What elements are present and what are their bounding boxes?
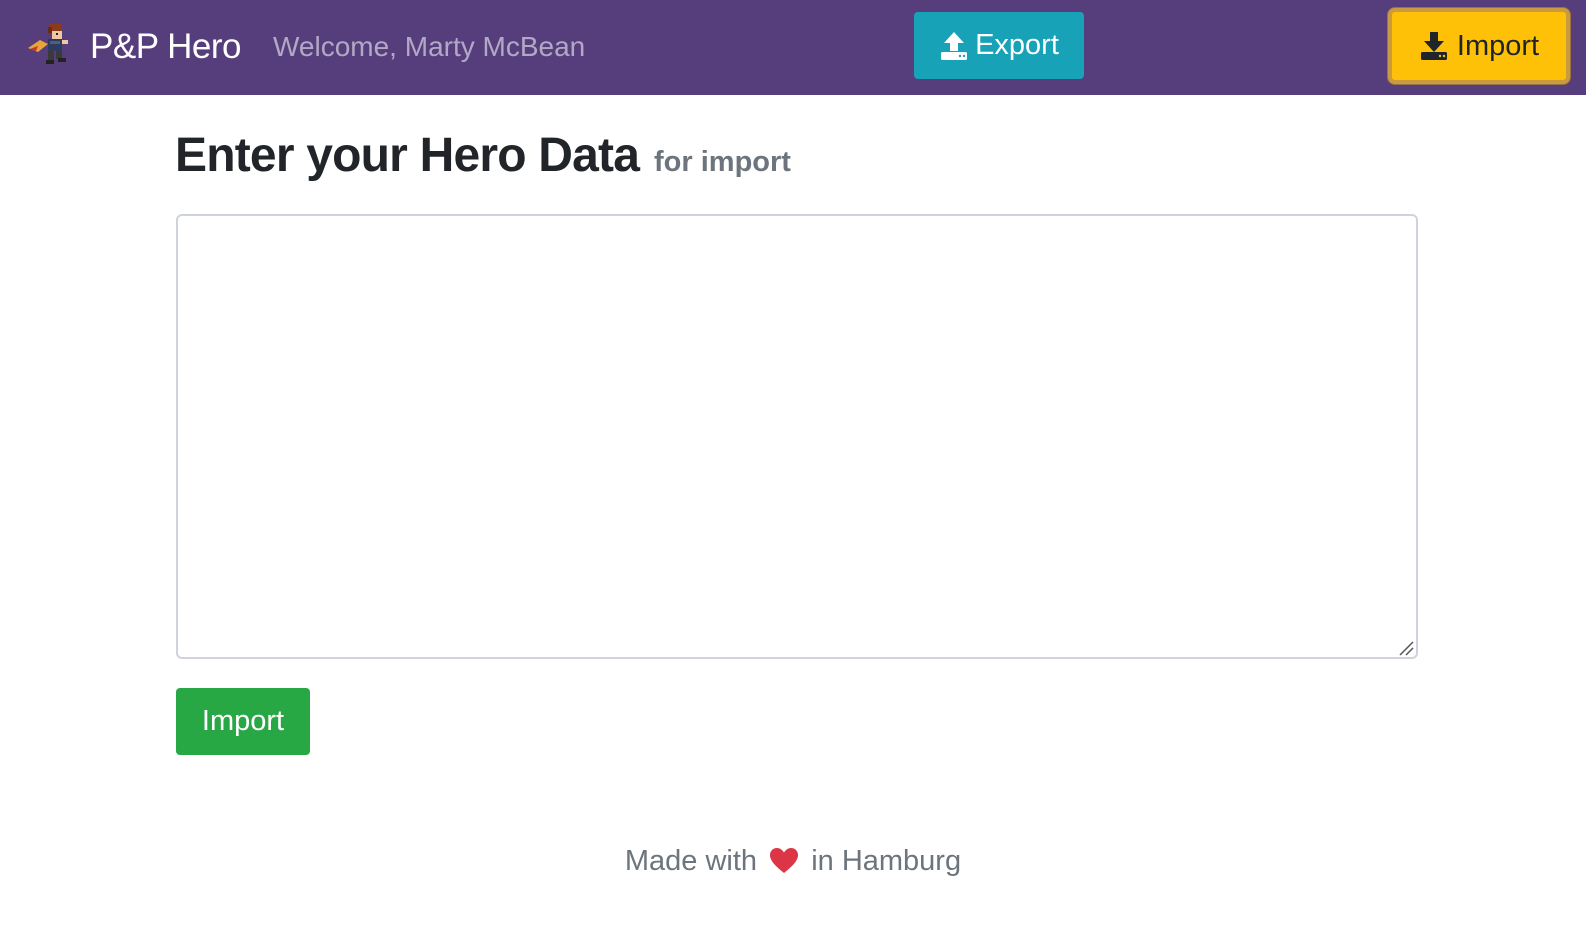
footer-made-with: Made with	[624, 845, 758, 877]
download-icon	[1420, 32, 1447, 60]
hero-sprite-icon[interactable]	[26, 22, 74, 66]
top-navbar: P&P Hero Welcome, Marty McBean Export Im…	[0, 0, 1586, 95]
import-nav-button-label: Import	[1456, 29, 1540, 62]
resize-grip-icon[interactable]	[1398, 640, 1414, 656]
hero-data-textarea[interactable]	[176, 214, 1418, 659]
import-submit-button[interactable]: Import	[176, 688, 310, 755]
export-button-label: Export	[975, 29, 1059, 61]
heart-icon	[770, 848, 799, 873]
welcome-text: Welcome, Marty McBean	[273, 31, 586, 62]
footer: Made with in Hamburg	[0, 845, 1586, 878]
upload-icon	[941, 31, 968, 60]
page-title-subtitle: for import	[654, 146, 791, 178]
page-title: Enter your Hero Data for import	[175, 128, 791, 183]
page-title-main: Enter your Hero Data	[175, 129, 640, 182]
export-button[interactable]: Export	[914, 12, 1084, 79]
brand-name[interactable]: P&P Hero	[90, 26, 242, 68]
import-nav-button[interactable]: Import	[1388, 8, 1570, 84]
footer-city: in Hamburg	[811, 845, 962, 877]
